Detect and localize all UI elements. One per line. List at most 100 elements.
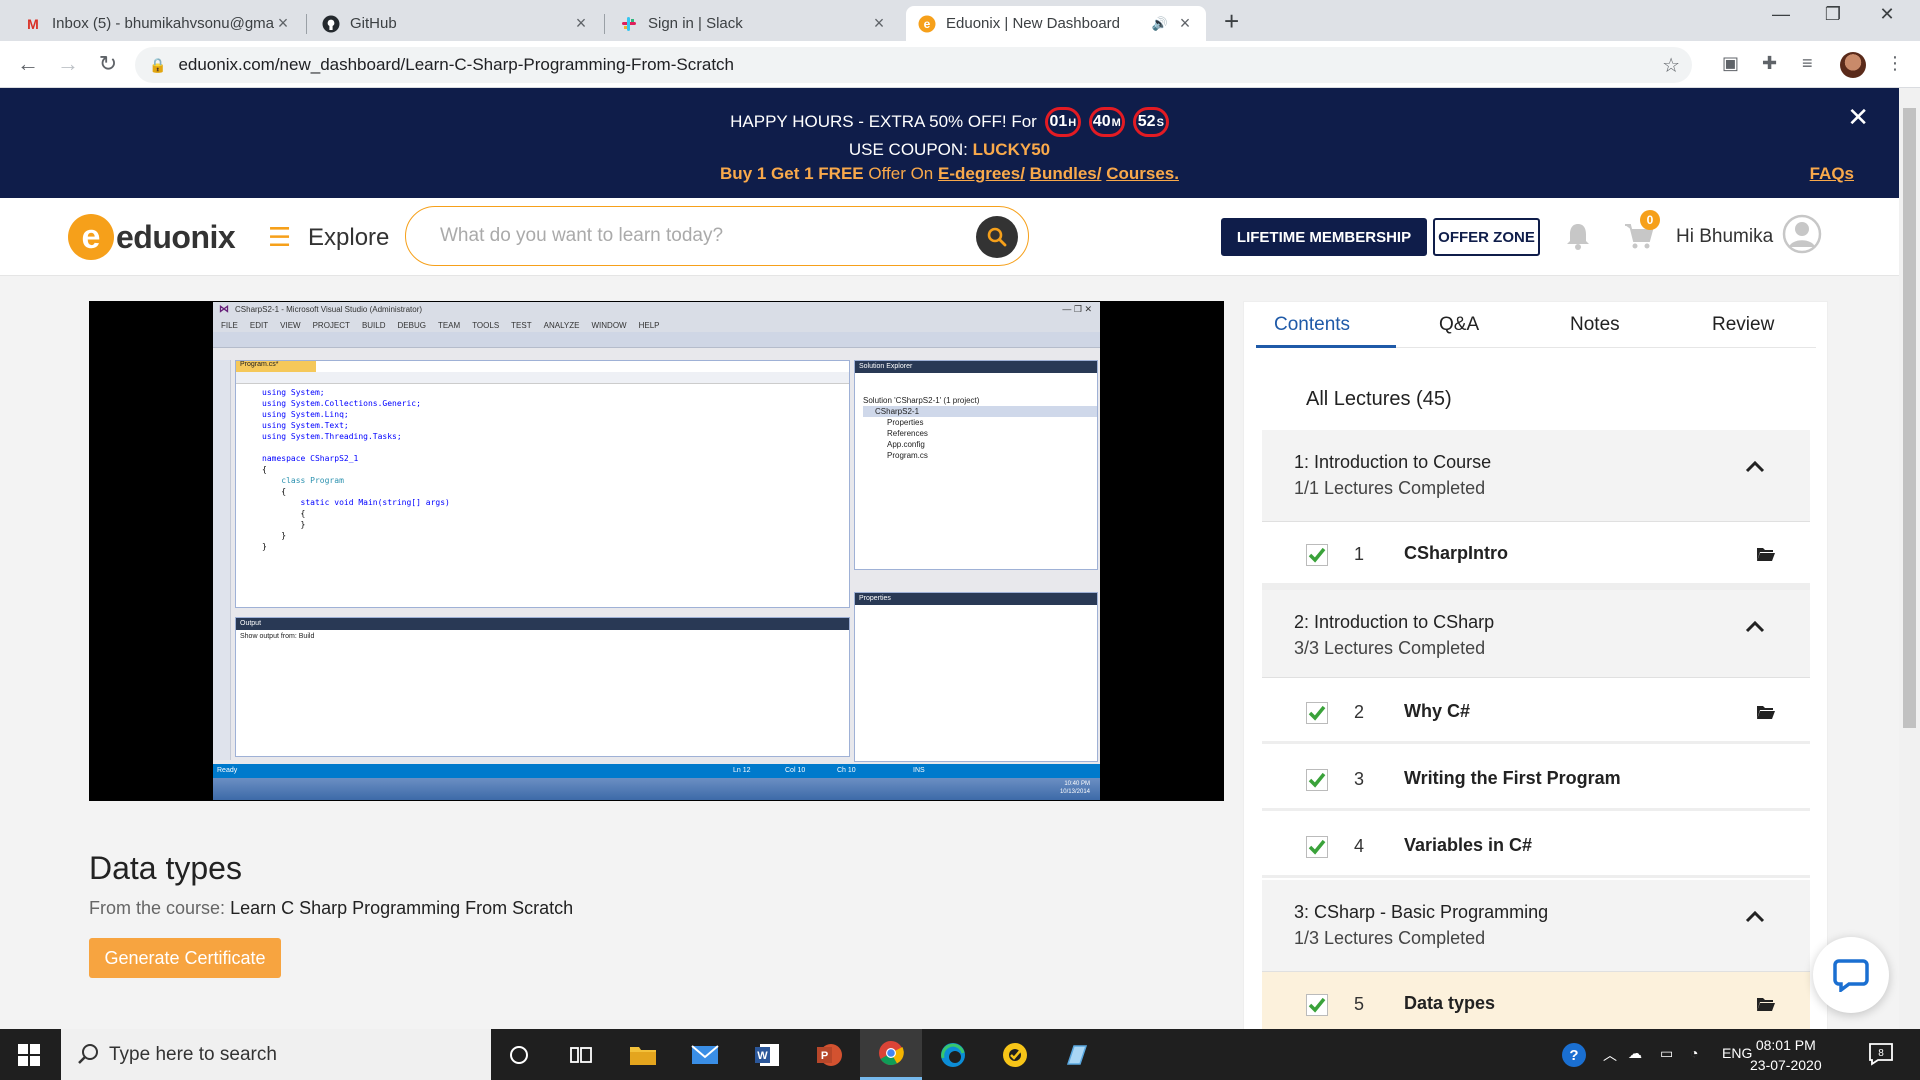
section-header[interactable]: 1: Introduction to Course 1/1 Lectures C… <box>1262 430 1810 522</box>
notification-center-icon[interactable]: 8 <box>1868 1042 1894 1069</box>
completed-checkbox[interactable] <box>1306 544 1328 566</box>
powerpoint-icon[interactable]: P <box>798 1029 860 1080</box>
completed-checkbox[interactable] <box>1306 769 1328 791</box>
page-scrollbar[interactable] <box>1899 88 1920 1029</box>
vs-side-strip <box>213 360 231 760</box>
wifi-icon[interactable]: ◔ <box>1690 1045 1698 1061</box>
language-indicator[interactable]: ENG <box>1722 1045 1752 1061</box>
lifetime-membership-button[interactable]: LIFETIME MEMBERSHIP <box>1221 218 1427 256</box>
chevron-up-icon[interactable] <box>1744 906 1766 928</box>
system-clock[interactable]: 08:01 PM 23-07-2020 <box>1750 1035 1822 1075</box>
vs-menu-item: DEBUG <box>397 320 426 330</box>
explore-link[interactable]: Explore <box>308 224 389 252</box>
media-control-icon[interactable]: ≡ <box>1802 53 1813 74</box>
edge-icon[interactable] <box>922 1029 984 1080</box>
search-button[interactable] <box>976 216 1018 258</box>
browser-tab-eduonix[interactable]: e Eduonix | New Dashboard 🔊 × <box>906 6 1206 41</box>
chrome-menu-icon[interactable]: ⋮ <box>1886 53 1904 74</box>
lecture-name[interactable]: Variables in C# <box>1404 835 1532 856</box>
window-close-button[interactable]: ✕ <box>1864 4 1910 25</box>
help-icon[interactable]: ? <box>1560 1041 1588 1072</box>
tab-review[interactable]: Review <box>1712 314 1774 336</box>
close-tab-icon[interactable]: × <box>274 13 292 34</box>
live-chat-button[interactable] <box>1813 937 1889 1013</box>
user-greeting[interactable]: Hi Bhumika <box>1676 226 1773 248</box>
mail-icon[interactable] <box>674 1029 736 1080</box>
tab-notes[interactable]: Notes <box>1570 314 1620 336</box>
link-bundles[interactable]: Bundles/ <box>1030 164 1102 183</box>
chevron-up-icon[interactable] <box>1744 616 1766 638</box>
cortana-icon[interactable] <box>488 1029 550 1080</box>
link-courses[interactable]: Courses. <box>1106 164 1179 183</box>
video-clock: 10:40 PM 10/13/2014 <box>1059 781 1090 795</box>
completed-checkbox[interactable] <box>1306 994 1328 1016</box>
lecture-row[interactable]: 4 Variables in C# <box>1262 814 1810 878</box>
chevron-up-icon[interactable] <box>1744 456 1766 478</box>
lecture-name[interactable]: Why C# <box>1404 701 1470 722</box>
scrollbar-thumb[interactable] <box>1903 108 1916 728</box>
extensions-puzzle-icon[interactable]: ✚ <box>1762 53 1777 74</box>
battery-icon[interactable]: ▭ <box>1660 1045 1673 1062</box>
completed-checkbox[interactable] <box>1306 836 1328 858</box>
speaker-icon[interactable]: 🔊 <box>1152 16 1168 32</box>
lecture-number: 5 <box>1354 994 1365 1014</box>
eduonix-logo[interactable]: e eduonix <box>68 214 236 260</box>
new-tab-button[interactable]: + <box>1224 6 1239 37</box>
browser-tab-slack[interactable]: Sign in | Slack × <box>608 6 900 41</box>
close-tab-icon[interactable]: × <box>572 13 590 34</box>
minimize-button[interactable]: — <box>1758 4 1804 25</box>
windows-start-icon[interactable] <box>18 1044 40 1071</box>
folder-open-icon[interactable] <box>1756 704 1776 720</box>
tree-item: References <box>887 429 928 438</box>
lecture-row[interactable]: 2 Why C# <box>1262 680 1810 744</box>
bookmark-star-icon[interactable]: ☆ <box>1662 53 1680 78</box>
user-avatar-icon[interactable] <box>1782 214 1822 254</box>
onedrive-icon[interactable]: ☁ <box>1628 1045 1642 1062</box>
video-player[interactable]: ⋈ CSharpS2-1 - Microsoft Visual Studio (… <box>89 301 1224 801</box>
folder-open-icon[interactable] <box>1756 996 1776 1012</box>
search-input[interactable] <box>440 225 940 247</box>
lecture-name[interactable]: Writing the First Program <box>1404 768 1621 789</box>
close-tab-icon[interactable]: × <box>1176 13 1194 34</box>
notification-bell-icon[interactable] <box>1565 222 1591 255</box>
lecture-name[interactable]: Data types <box>1404 993 1495 1014</box>
reload-icon[interactable]: ↻ <box>94 51 122 77</box>
completed-checkbox[interactable] <box>1306 702 1328 724</box>
vs-code-tab: Program.cs* <box>236 361 316 372</box>
maximize-button[interactable]: ❐ <box>1810 4 1856 25</box>
url-bar[interactable]: 🔒 eduonix.com/new_dashboard/Learn-C-Shar… <box>135 47 1692 83</box>
word-icon[interactable]: W <box>736 1029 798 1080</box>
close-tab-icon[interactable]: × <box>870 13 888 34</box>
extension-copy-icon[interactable]: ▣ <box>1722 53 1739 74</box>
lecture-row[interactable]: 3 Writing the First Program <box>1262 747 1810 811</box>
lecture-row-current[interactable]: 5 Data types <box>1262 972 1810 1030</box>
task-view-icon[interactable] <box>550 1029 612 1080</box>
app-taskbar-icon[interactable] <box>1046 1029 1108 1080</box>
generate-certificate-button[interactable]: Generate Certificate <box>89 938 281 978</box>
tab-qa[interactable]: Q&A <box>1439 314 1479 336</box>
hamburger-icon[interactable]: ☰ <box>268 222 291 253</box>
browser-tab-gmail[interactable]: M Inbox (5) - bhumikahvsonu@gmail.com × <box>12 6 304 41</box>
section-header[interactable]: 2: Introduction to CSharp 3/3 Lectures C… <box>1262 586 1810 678</box>
section-header[interactable]: 3: CSharp - Basic Programming 1/3 Lectur… <box>1262 880 1810 972</box>
chrome-profile-avatar[interactable] <box>1840 52 1866 78</box>
search-icon <box>78 1044 98 1064</box>
chrome-taskbar-icon[interactable] <box>860 1029 922 1080</box>
lecture-name[interactable]: CSharpIntro <box>1404 543 1508 564</box>
offer-zone-button[interactable]: OFFER ZONE <box>1433 218 1540 256</box>
file-explorer-icon[interactable] <box>612 1029 674 1080</box>
folder-open-icon[interactable] <box>1756 546 1776 562</box>
vs-status-bar: Ready Ln 12 Col 10 Ch 10 INS <box>213 764 1100 778</box>
back-arrow-icon[interactable]: ← <box>14 51 42 77</box>
tab-contents[interactable]: Contents <box>1274 314 1350 336</box>
banner-close-icon[interactable]: ✕ <box>1847 102 1869 133</box>
faqs-link[interactable]: FAQs <box>1810 164 1854 184</box>
browser-tab-github[interactable]: GitHub × <box>310 6 602 41</box>
lecture-row[interactable]: 1 CSharpIntro <box>1262 522 1810 586</box>
forward-arrow-icon[interactable]: → <box>54 51 82 77</box>
lecture-number: 1 <box>1354 544 1365 564</box>
tray-chevron-up-icon[interactable]: ︿ <box>1603 1045 1617 1065</box>
taskbar-search-box[interactable]: Type here to search <box>61 1029 491 1080</box>
link-edegrees[interactable]: E-degrees/ <box>938 164 1025 183</box>
norton-icon[interactable] <box>984 1029 1046 1080</box>
